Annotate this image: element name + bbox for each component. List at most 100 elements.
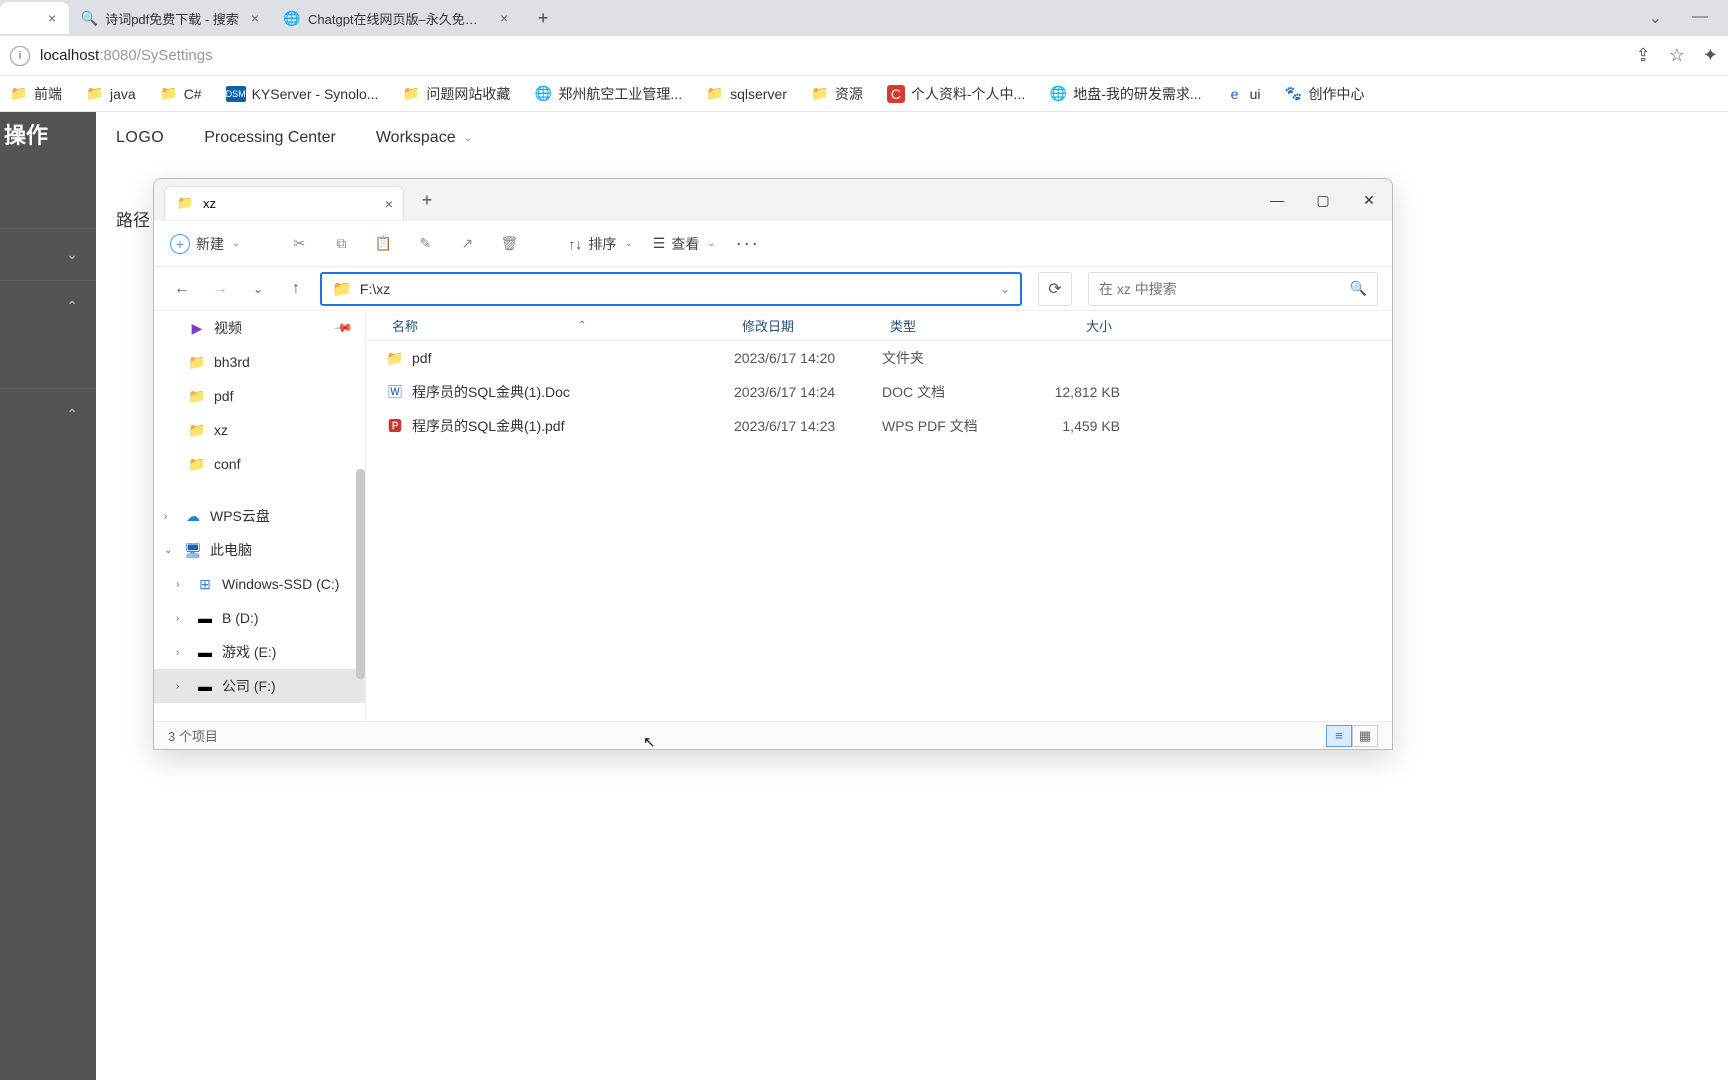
sidebar-item-xz[interactable]: 📁xz <box>154 413 365 447</box>
file-size: 1,459 KB <box>1010 418 1120 434</box>
new-button[interactable]: + 新建 ⌄ <box>170 234 240 254</box>
search-input[interactable] <box>1099 281 1350 297</box>
search-icon[interactable]: 🔍 <box>1350 280 1367 297</box>
pdf-icon: 🅿 <box>386 417 404 435</box>
share-icon[interactable]: ↗ <box>456 233 478 255</box>
search-box[interactable]: 🔍 <box>1088 272 1378 306</box>
browser-tab-0[interactable]: × <box>0 2 69 34</box>
forward-button[interactable]: → <box>206 275 234 303</box>
refresh-button[interactable]: ⟳ <box>1038 272 1072 306</box>
maximize-button[interactable]: ▢ <box>1300 179 1346 221</box>
sort-asc-icon: ⌃ <box>578 320 586 331</box>
sidebar-item-video[interactable]: ▶视频📌 <box>154 311 365 345</box>
large-icons-button[interactable]: ▦ <box>1352 725 1378 747</box>
bookmark-item[interactable]: 🌐地盘-我的研发需求... <box>1049 84 1201 104</box>
file-row[interactable]: 📁pdf 2023/6/17 14:20 文件夹 <box>366 341 1392 375</box>
tabs-dropdown-icon[interactable]: ⌄ <box>1649 8 1662 28</box>
bookmark-item[interactable]: 📁java <box>86 85 136 103</box>
sidebar-item-wps[interactable]: › ☁ WPS云盘 <box>154 499 365 533</box>
sidebar-item-pdf[interactable]: 📁pdf <box>154 379 365 413</box>
url-display[interactable]: localhost:8080/SySettings <box>40 47 1636 64</box>
new-label: 新建 <box>196 234 224 254</box>
chevron-down-icon: ⌄ <box>232 238 240 249</box>
minimize-button[interactable]: — <box>1254 179 1300 221</box>
path-input[interactable] <box>360 281 1000 297</box>
browser-tab-1[interactable]: 🔍 诗词pdf免费下载 - 搜索 × <box>69 2 272 34</box>
sidebar-item-thispc[interactable]: ⌄🖥此电脑 <box>154 533 365 567</box>
close-icon[interactable]: × <box>385 196 393 212</box>
history-dropdown[interactable]: ⌄ <box>244 275 272 303</box>
more-button[interactable]: ··· <box>736 233 760 254</box>
chevron-right-icon[interactable]: › <box>164 511 167 522</box>
sidebar-item-drive-c[interactable]: ›⊞Windows-SSD (C:) <box>154 567 365 601</box>
bookmark-item[interactable]: 📁C# <box>160 85 202 103</box>
logo[interactable]: LOGO <box>116 129 164 147</box>
column-date[interactable]: 修改日期 <box>734 316 882 335</box>
sidebar-item-drive-f[interactable]: ›▬公司 (F:) <box>154 669 365 703</box>
delete-icon[interactable]: 🗑 <box>498 233 520 255</box>
explorer-sidebar: ▶视频📌 📁bh3rd 📁pdf 📁xz 📁conf ›☁WPS云盘 ⌄🖥此电脑… <box>154 311 366 721</box>
column-name[interactable]: 名称⌃ <box>366 316 734 335</box>
sort-button[interactable]: ↑↓ 排序 ⌄ <box>568 234 632 254</box>
nav-workspace[interactable]: Workspace⌄ <box>376 129 472 147</box>
bookmark-item[interactable]: 🐾创作中心 <box>1284 84 1364 104</box>
explorer-new-tab-button[interactable]: + <box>412 185 442 215</box>
close-icon[interactable]: × <box>48 10 56 26</box>
rename-icon[interactable]: ✎ <box>414 233 436 255</box>
cloud-icon: ☁ <box>184 508 202 525</box>
item-label: conf <box>214 456 240 472</box>
chevron-down-icon[interactable]: ⌄ <box>1000 282 1010 296</box>
close-icon[interactable]: × <box>251 10 259 26</box>
extensions-icon[interactable]: ✦ <box>1703 45 1718 66</box>
sidebar-item[interactable]: ⌄ <box>0 228 96 280</box>
site-info-icon[interactable]: i <box>10 46 30 66</box>
minimize-icon[interactable]: — <box>1692 8 1708 28</box>
chevron-right-icon[interactable]: › <box>176 579 179 590</box>
sidebar-item[interactable]: ⌃ <box>0 280 96 332</box>
browser-tab-2[interactable]: 🌐 Chatgpt在线网页版–永久免费使 × <box>272 2 521 34</box>
chevron-right-icon[interactable]: › <box>176 681 179 692</box>
explorer-tab[interactable]: 📁 xz × <box>164 186 404 220</box>
bookmark-item[interactable]: eui <box>1226 85 1261 103</box>
sidebar-item[interactable]: ⌃ <box>0 388 96 440</box>
file-row[interactable]: 🅿程序员的SQL金典(1).pdf 2023/6/17 14:23 WPS PD… <box>366 409 1392 443</box>
bookmark-item[interactable]: 📁资源 <box>811 84 863 104</box>
window-controls: ⌄ — <box>1649 8 1708 28</box>
bookmark-item[interactable]: 📁问题网站收藏 <box>402 84 510 104</box>
column-size[interactable]: 大小 <box>1010 316 1120 335</box>
scrollbar-thumb[interactable] <box>356 469 365 679</box>
sidebar-item-conf[interactable]: 📁conf <box>154 447 365 481</box>
sidebar-item-drive-e[interactable]: ›▬游戏 (E:) <box>154 635 365 669</box>
cut-icon[interactable]: ✂ <box>288 233 310 255</box>
up-button[interactable]: ↑ <box>282 275 310 303</box>
sidebar-item-drive-d[interactable]: ›▬B (D:) <box>154 601 365 635</box>
chevron-down-icon[interactable]: ⌄ <box>164 545 172 556</box>
explorer-titlebar[interactable]: 📁 xz × + — ▢ ✕ <box>154 179 1392 221</box>
file-date: 2023/6/17 14:23 <box>734 418 882 434</box>
back-button[interactable]: ← <box>168 275 196 303</box>
bookmark-item[interactable]: 📁前端 <box>10 84 62 104</box>
sidebar-item-bh3rd[interactable]: 📁bh3rd <box>154 345 365 379</box>
nav-processing-center[interactable]: Processing Center <box>204 129 336 147</box>
new-tab-button[interactable]: + <box>529 4 557 32</box>
close-button[interactable]: ✕ <box>1346 179 1392 221</box>
path-box[interactable]: 📁 ⌄ <box>320 272 1022 306</box>
bookmark-item[interactable]: C个人资料-个人中... <box>887 84 1025 104</box>
share-icon[interactable]: ⇪ <box>1636 45 1651 66</box>
close-icon[interactable]: × <box>500 10 508 26</box>
folder-icon: 📁 <box>188 388 206 405</box>
paste-icon[interactable]: 📋 <box>372 233 394 255</box>
copy-icon[interactable]: ⧉ <box>330 233 352 255</box>
details-view-button[interactable]: ≡ <box>1326 725 1352 747</box>
chevron-right-icon[interactable]: › <box>176 647 179 658</box>
star-icon[interactable]: ☆ <box>1669 45 1685 66</box>
column-type[interactable]: 类型 <box>882 316 1010 335</box>
view-button[interactable]: ☰ 查看 ⌄ <box>653 234 716 254</box>
item-label: 视频 <box>214 318 242 338</box>
item-label: WPS云盘 <box>210 506 270 526</box>
bookmark-item[interactable]: 📁sqlserver <box>706 85 787 103</box>
bookmark-item[interactable]: 🌐郑州航空工业管理... <box>534 84 682 104</box>
file-row[interactable]: 🅆程序员的SQL金典(1).Doc 2023/6/17 14:24 DOC 文档… <box>366 375 1392 409</box>
bookmark-item[interactable]: DSMKYServer - Synolo... <box>226 86 379 102</box>
chevron-right-icon[interactable]: › <box>176 613 179 624</box>
